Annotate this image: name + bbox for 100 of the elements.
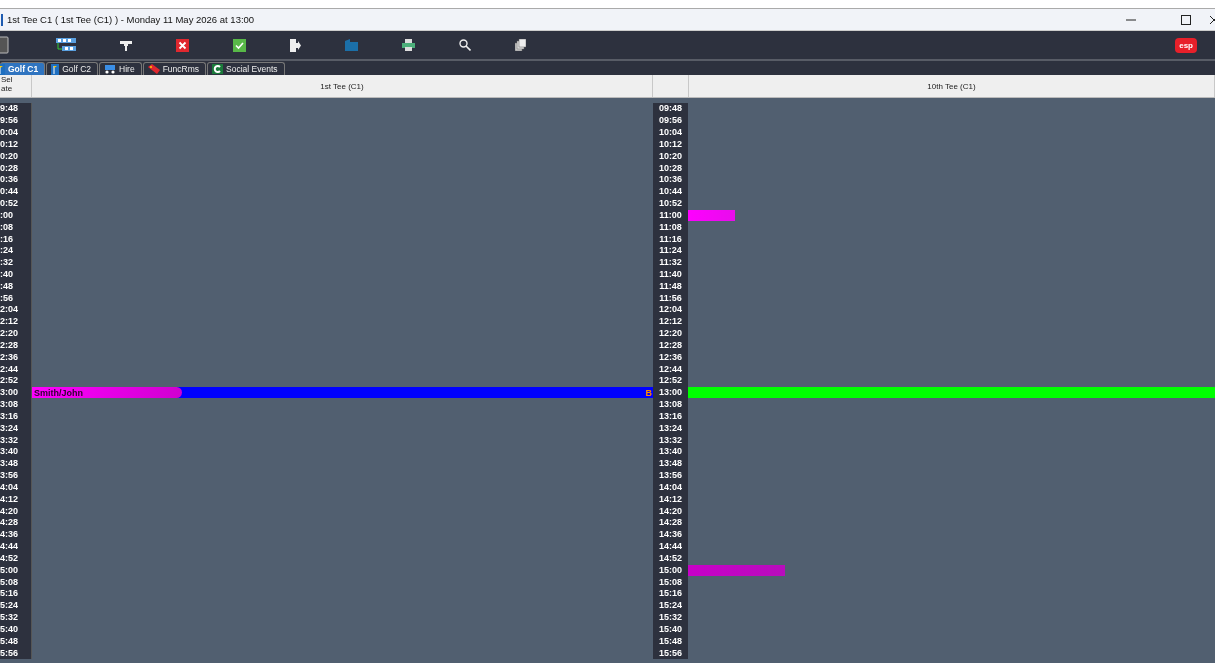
time-label: 10:44 [659,187,682,197]
copy-icon[interactable] [515,39,526,51]
time-label: 4:28 [0,518,18,528]
tablet-icon[interactable] [0,36,10,54]
time-label: 3:24 [0,423,18,433]
time-label: 11:16 [659,234,682,244]
time-label: 15:48 [659,636,682,646]
column-header: 10th Tee (C1) [927,81,976,91]
time-label: 2:20 [0,329,18,339]
booking-bar[interactable]: Smith/John B [32,387,653,399]
check-icon[interactable] [233,38,246,52]
time-label: 11:08 [659,222,682,232]
time-label: 4:36 [0,530,18,540]
printer-icon[interactable] [402,39,415,51]
time-label: 12:36 [659,352,682,362]
cart-icon [104,64,117,74]
tab[interactable]: Social Events [207,62,285,75]
time-label: 2:04 [0,305,18,315]
time-label: 9:48 [0,104,18,114]
pin-icon[interactable] [120,39,132,51]
time-label: 10:20 [659,151,682,161]
time-label: 11:32 [659,258,682,268]
time-label: 13:16 [659,411,682,421]
time-label: :40 [0,270,13,279]
time-label: 12:28 [659,340,682,350]
time-label: 12:12 [659,317,682,327]
time-label: 4:12 [0,494,18,504]
time-label: 14:52 [659,553,682,563]
time-label: 09:48 [659,104,682,114]
tab[interactable]: Golf C1 [0,62,46,75]
time-label: 2:28 [0,340,18,350]
time-label: 2:52 [0,376,18,386]
time-label: 3:56 [0,471,18,481]
time-label: 11:40 [659,270,682,279]
time-label: 13:56 [659,471,682,481]
time-label: 0:12 [0,139,18,149]
maximize-icon[interactable] [1181,14,1191,25]
time-label: 13:00 [659,388,682,398]
time-label: 3:08 [0,400,18,410]
tab[interactable]: Hire [99,62,142,75]
time-label: 11:48 [659,281,682,291]
time-label: 5:00 [0,565,18,575]
search-icon[interactable] [459,39,471,51]
time-label: 15:08 [659,577,682,587]
time-label: 12:52 [659,376,682,386]
time-label: 15:16 [659,589,682,599]
time-label: :00 [0,210,13,220]
time-label: 13:48 [659,459,682,469]
tab[interactable]: Golf C2 [46,62,99,75]
time-label: 5:40 [0,624,18,634]
time-label: 10:28 [659,163,682,173]
time-label: :08 [0,222,13,232]
golf-flag-icon [51,63,60,75]
time-label: 5:16 [0,589,18,599]
time-label: :48 [0,281,13,291]
window-title: 1st Tee C1 ( 1st Tee (C1) ) - Monday 11 May 2026 at 13:00 [7,14,255,25]
time-label: 11:00 [659,210,682,220]
time-label: 14:44 [659,542,682,552]
exit-icon[interactable] [290,38,301,52]
delete-icon[interactable] [176,38,189,52]
time-label: 10:12 [659,139,682,149]
booking-bar[interactable] [688,387,1215,399]
logo: esp [1175,37,1197,53]
close-icon[interactable] [1209,14,1215,25]
time-label: 14:04 [659,482,682,492]
time-label: 9:56 [0,116,18,126]
time-label: 0:52 [0,199,18,209]
time-label: 15:56 [659,648,682,658]
tab[interactable]: FuncRms [142,62,207,75]
time-label: 14:20 [659,506,682,516]
social-icon [212,64,224,74]
time-label: 4:44 [0,542,18,552]
time-label: 2:44 [0,364,18,374]
time-label: 5:48 [0,636,18,646]
time-label: :56 [0,293,13,303]
time-label: 3:16 [0,411,18,421]
date-label: ate [1,84,13,93]
time-label: 2:12 [0,317,18,327]
time-label: 13:08 [659,400,682,410]
time-label: 09:56 [659,116,682,126]
time-label: 2:36 [0,352,18,362]
time-label: 0:44 [0,187,18,197]
time-label: 5:08 [0,577,18,587]
time-label: 0:20 [0,151,18,161]
sel-label: Sel [1,75,13,84]
time-label: 0:36 [0,175,18,185]
time-label: :24 [0,246,13,256]
time-label: :32 [0,258,13,268]
time-label: 3:48 [0,459,18,469]
time-label: 4:04 [0,482,18,492]
time-label: 12:20 [659,329,682,339]
time-label: 13:40 [659,447,682,457]
grid-icon[interactable] [56,38,76,52]
time-label: 5:32 [0,613,18,622]
time-label: 5:24 [0,601,18,611]
time-label: 10:36 [659,175,682,185]
folder-icon[interactable] [345,39,358,51]
time-label: 3:00 [0,388,18,398]
booking-name: Smith/John [32,387,182,399]
time-label: 10:04 [659,128,682,138]
